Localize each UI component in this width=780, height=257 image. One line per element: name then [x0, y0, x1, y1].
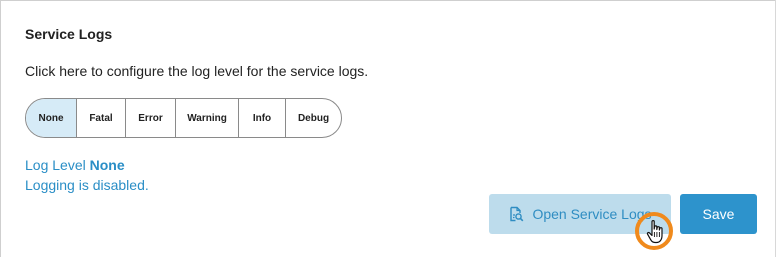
- log-level-option-debug[interactable]: Debug: [286, 99, 341, 137]
- log-level-option-warning[interactable]: Warning: [176, 99, 239, 137]
- document-search-icon: [508, 206, 524, 222]
- log-level-option-fatal[interactable]: Fatal: [77, 99, 126, 137]
- log-level-option-error[interactable]: Error: [126, 99, 176, 137]
- log-level-label: Log Level: [25, 157, 86, 173]
- service-logs-panel: Service Logs Click here to configure the…: [0, 0, 778, 257]
- log-level-status: Log Level None: [25, 157, 125, 173]
- save-button[interactable]: Save: [680, 194, 757, 234]
- log-level-option-info[interactable]: Info: [239, 99, 286, 137]
- section-title: Service Logs: [25, 26, 113, 42]
- open-service-logs-label: Open Service Logs: [532, 206, 652, 222]
- log-level-segmented-control: None Fatal Error Warning Info Debug: [25, 98, 342, 138]
- open-service-logs-button[interactable]: Open Service Logs: [489, 194, 671, 234]
- log-level-option-none[interactable]: None: [26, 99, 77, 137]
- scrollbar[interactable]: [775, 0, 780, 257]
- section-description: Click here to configure the log level fo…: [25, 63, 369, 79]
- log-level-value: None: [89, 157, 125, 173]
- logging-status-message: Logging is disabled.: [25, 177, 149, 193]
